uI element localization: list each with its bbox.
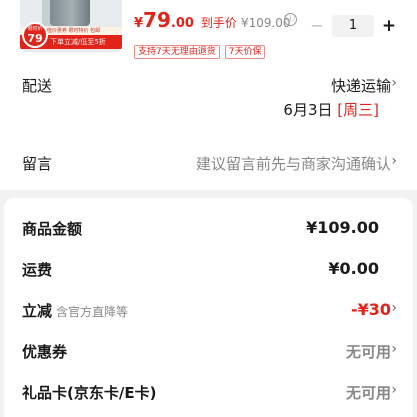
giftcard-chevron-icon[interactable]: › (391, 382, 397, 398)
quantity-stepper: − 1 + (308, 14, 398, 38)
delivery-date-row[interactable]: 6月3日 [周三] (283, 99, 379, 120)
delivery-method[interactable]: 快递运输 (331, 75, 391, 96)
message-label: 留言 (22, 155, 53, 173)
tag-return-policy: 支持7天无理由退货 (134, 45, 220, 59)
delivery-chevron-icon[interactable]: › (391, 75, 397, 91)
final-price-label: 到手价 (200, 16, 237, 30)
delivery-date: 6月3日 (283, 101, 333, 119)
goods-amount-value: ¥109.00 (306, 218, 379, 237)
coupon-chevron-icon[interactable]: › (391, 341, 397, 357)
info-icon[interactable]: ⓘ (284, 13, 297, 26)
price-badge: 限时价 79 (22, 22, 48, 48)
discount-value[interactable]: -¥30 (351, 300, 391, 319)
shipping-label: 运费 (22, 261, 53, 279)
delivery-label: 配送 (22, 77, 53, 95)
goods-amount-label: 商品金额 (22, 220, 83, 238)
shipping-value: ¥0.00 (328, 259, 379, 278)
giftcard-label: 礼品卡(京东卡/E卡) (22, 384, 157, 402)
price-decimal: .00 (170, 16, 194, 31)
product-image (50, 0, 90, 26)
message-chevron-icon[interactable]: › (391, 153, 397, 169)
discount-row-label: 立减 含官方直降等 (22, 300, 128, 321)
increase-quantity-button[interactable]: + (380, 14, 398, 38)
discount-chevron-icon[interactable]: › (391, 300, 397, 316)
price-badge-value: 79 (27, 32, 43, 45)
order-item-card: 超值价惠券 限时特价 包邮 下单立减/低至5折 限时价 79 ¥ 79 .00 … (0, 0, 417, 190)
discount-label: 立减 (22, 302, 53, 320)
quantity-input[interactable]: 1 (332, 15, 374, 37)
service-tags: 支持7天无理由退货 7天价保 (134, 45, 270, 59)
coupon-label: 优惠券 (22, 343, 68, 361)
price-currency: ¥ (134, 16, 144, 31)
price-row: ¥ 79 .00 到手价 ¥109.00 (134, 8, 291, 32)
giftcard-value[interactable]: 无可用 (346, 382, 391, 403)
decrease-quantity-button[interactable]: − (308, 14, 326, 38)
tag-price-protection: 7天价保 (224, 45, 266, 59)
message-input[interactable]: 建议留言前先与商家沟通确认 (196, 153, 391, 174)
product-thumbnail[interactable]: 超值价惠券 限时特价 包邮 下单立减/低至5折 限时价 79 (20, 0, 122, 52)
coupon-value[interactable]: 无可用 (346, 341, 391, 362)
price-integer: 79 (143, 8, 171, 32)
discount-note: 含官方直降等 (56, 305, 129, 319)
delivery-weekday: [周三] (337, 101, 379, 119)
